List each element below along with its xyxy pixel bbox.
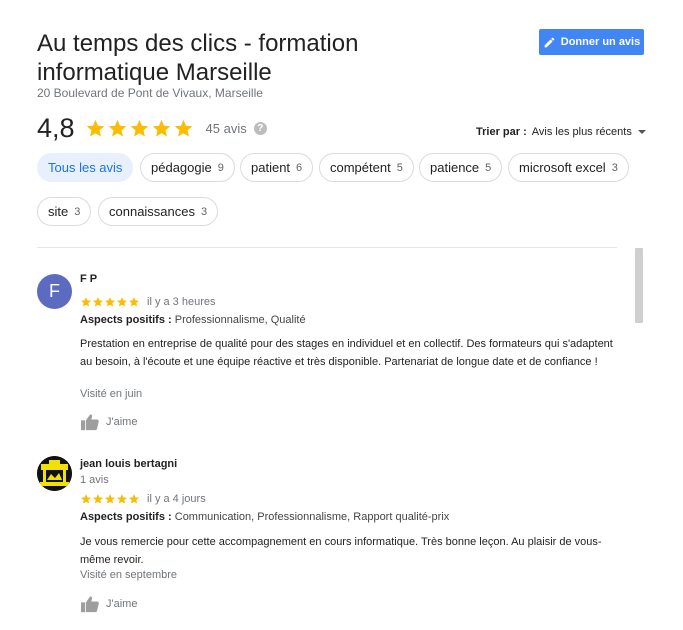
aspects-label: Aspects positifs : [80, 314, 172, 326]
reviewer-name[interactable]: F P [80, 273, 97, 285]
aspects-value: Professionnalisme, Qualité [174, 314, 306, 326]
write-review-label: Donner un avis [560, 36, 641, 48]
review-visited: Visité en septembre [80, 569, 178, 581]
review-text: Prestation en entreprise de qualité pour… [80, 338, 613, 368]
question-icon[interactable]: ? [253, 122, 267, 135]
filter-chip-count: 3 [74, 205, 81, 218]
star-icon [151, 118, 172, 139]
filter-chip-count: 9 [217, 161, 224, 174]
filter-chip-competent[interactable]: compétent 5 [319, 153, 414, 182]
star-icon [116, 493, 128, 505]
review-stars [80, 296, 140, 308]
write-review-button[interactable]: Donner un avis [539, 29, 644, 55]
filter-chip-all[interactable]: Tous les avis [37, 153, 134, 182]
pencil-icon [544, 37, 555, 47]
star-icon [92, 493, 104, 505]
like-label: J'aime [106, 416, 138, 428]
review-aspects: Aspects positifs : Professionnalisme, Qu… [80, 314, 306, 326]
star-icon [80, 493, 92, 505]
aspects-value: Communication, Professionnalisme, Rappor… [174, 511, 450, 523]
star-icon [85, 118, 106, 139]
star-icon [173, 118, 194, 139]
review-rating: il y a 4 jours [80, 493, 206, 505]
chevron-down-icon [637, 130, 646, 134]
avatar[interactable]: F [37, 274, 72, 309]
sort-label: Trier par : [476, 126, 527, 138]
star-icon [116, 296, 128, 308]
thumbs-up-icon [80, 595, 100, 613]
review-aspects: Aspects positifs : Communication, Profes… [80, 511, 449, 523]
review-count: 45 avis [205, 121, 247, 136]
scrollbar-thumb[interactable] [635, 248, 643, 323]
like-button[interactable]: J'aime [80, 595, 137, 613]
review-time: il y a 3 heures [147, 296, 216, 308]
reviewer-name[interactable]: jean louis bertagni [80, 458, 177, 470]
filter-chip-count: 5 [485, 161, 492, 174]
like-label: J'aime [106, 598, 138, 610]
filter-chip-label: pédagogie [151, 160, 212, 175]
filter-chip-label: patient [251, 160, 291, 175]
filter-chip-site[interactable]: site 3 [37, 197, 92, 226]
star-icon [104, 493, 116, 505]
like-button[interactable]: J'aime [80, 413, 137, 431]
avatar[interactable] [37, 456, 72, 491]
review-text: Je vous remercie pour cette accompagneme… [80, 536, 602, 566]
thumbs-up-icon [80, 413, 100, 431]
aspects-label: Aspects positifs : [80, 511, 172, 523]
divider [37, 247, 617, 248]
filter-chip-count: 5 [396, 161, 403, 174]
star-icon [128, 296, 140, 308]
rating-summary: 4,8 45 avis ? [37, 113, 267, 144]
review-rating: il y a 3 heures [80, 296, 215, 308]
star-icon [104, 296, 116, 308]
reviewer-review-count: 1 avis [80, 474, 109, 486]
filter-chip-pedagogie[interactable]: pédagogie 9 [140, 153, 235, 182]
sort-dropdown[interactable]: Trier par : Avis les plus récents [476, 126, 646, 138]
filter-chip-patient[interactable]: patient 6 [240, 153, 314, 182]
avatar-image [37, 456, 72, 491]
star-icon [92, 296, 104, 308]
filter-chip-connaissances[interactable]: connaissances 3 [98, 197, 219, 226]
star-icon [80, 296, 92, 308]
filter-chip-count: 3 [611, 161, 618, 174]
filter-chip-label: site [48, 204, 69, 219]
review-time: il y a 4 jours [147, 493, 206, 505]
filter-chip-label: compétent [330, 160, 391, 175]
business-name: Au temps des clics - formation informati… [37, 30, 359, 86]
business-address: 20 Boulevard de Pont de Vivaux, Marseill… [37, 86, 263, 100]
filter-chip-patience[interactable]: patience 5 [419, 153, 503, 182]
filter-chip-label: Tous les avis [48, 160, 123, 175]
filter-chip-label: patience [430, 160, 480, 175]
review-stars [80, 493, 140, 505]
star-icon [107, 118, 128, 139]
review-visited: Visité en juin [80, 388, 143, 400]
sort-value: Avis les plus récents [531, 126, 632, 138]
rating-value: 4,8 [37, 113, 75, 143]
filter-chip-label: connaissances [109, 204, 195, 219]
star-icon [128, 493, 140, 505]
filter-chip-label: microsoft excel [519, 160, 606, 175]
star-icon [129, 118, 150, 139]
filter-chip-microsoft-excel[interactable]: microsoft excel 3 [508, 153, 629, 182]
rating-stars [85, 118, 194, 139]
filter-chip-count: 6 [296, 161, 303, 174]
filter-chip-count: 3 [201, 205, 208, 218]
